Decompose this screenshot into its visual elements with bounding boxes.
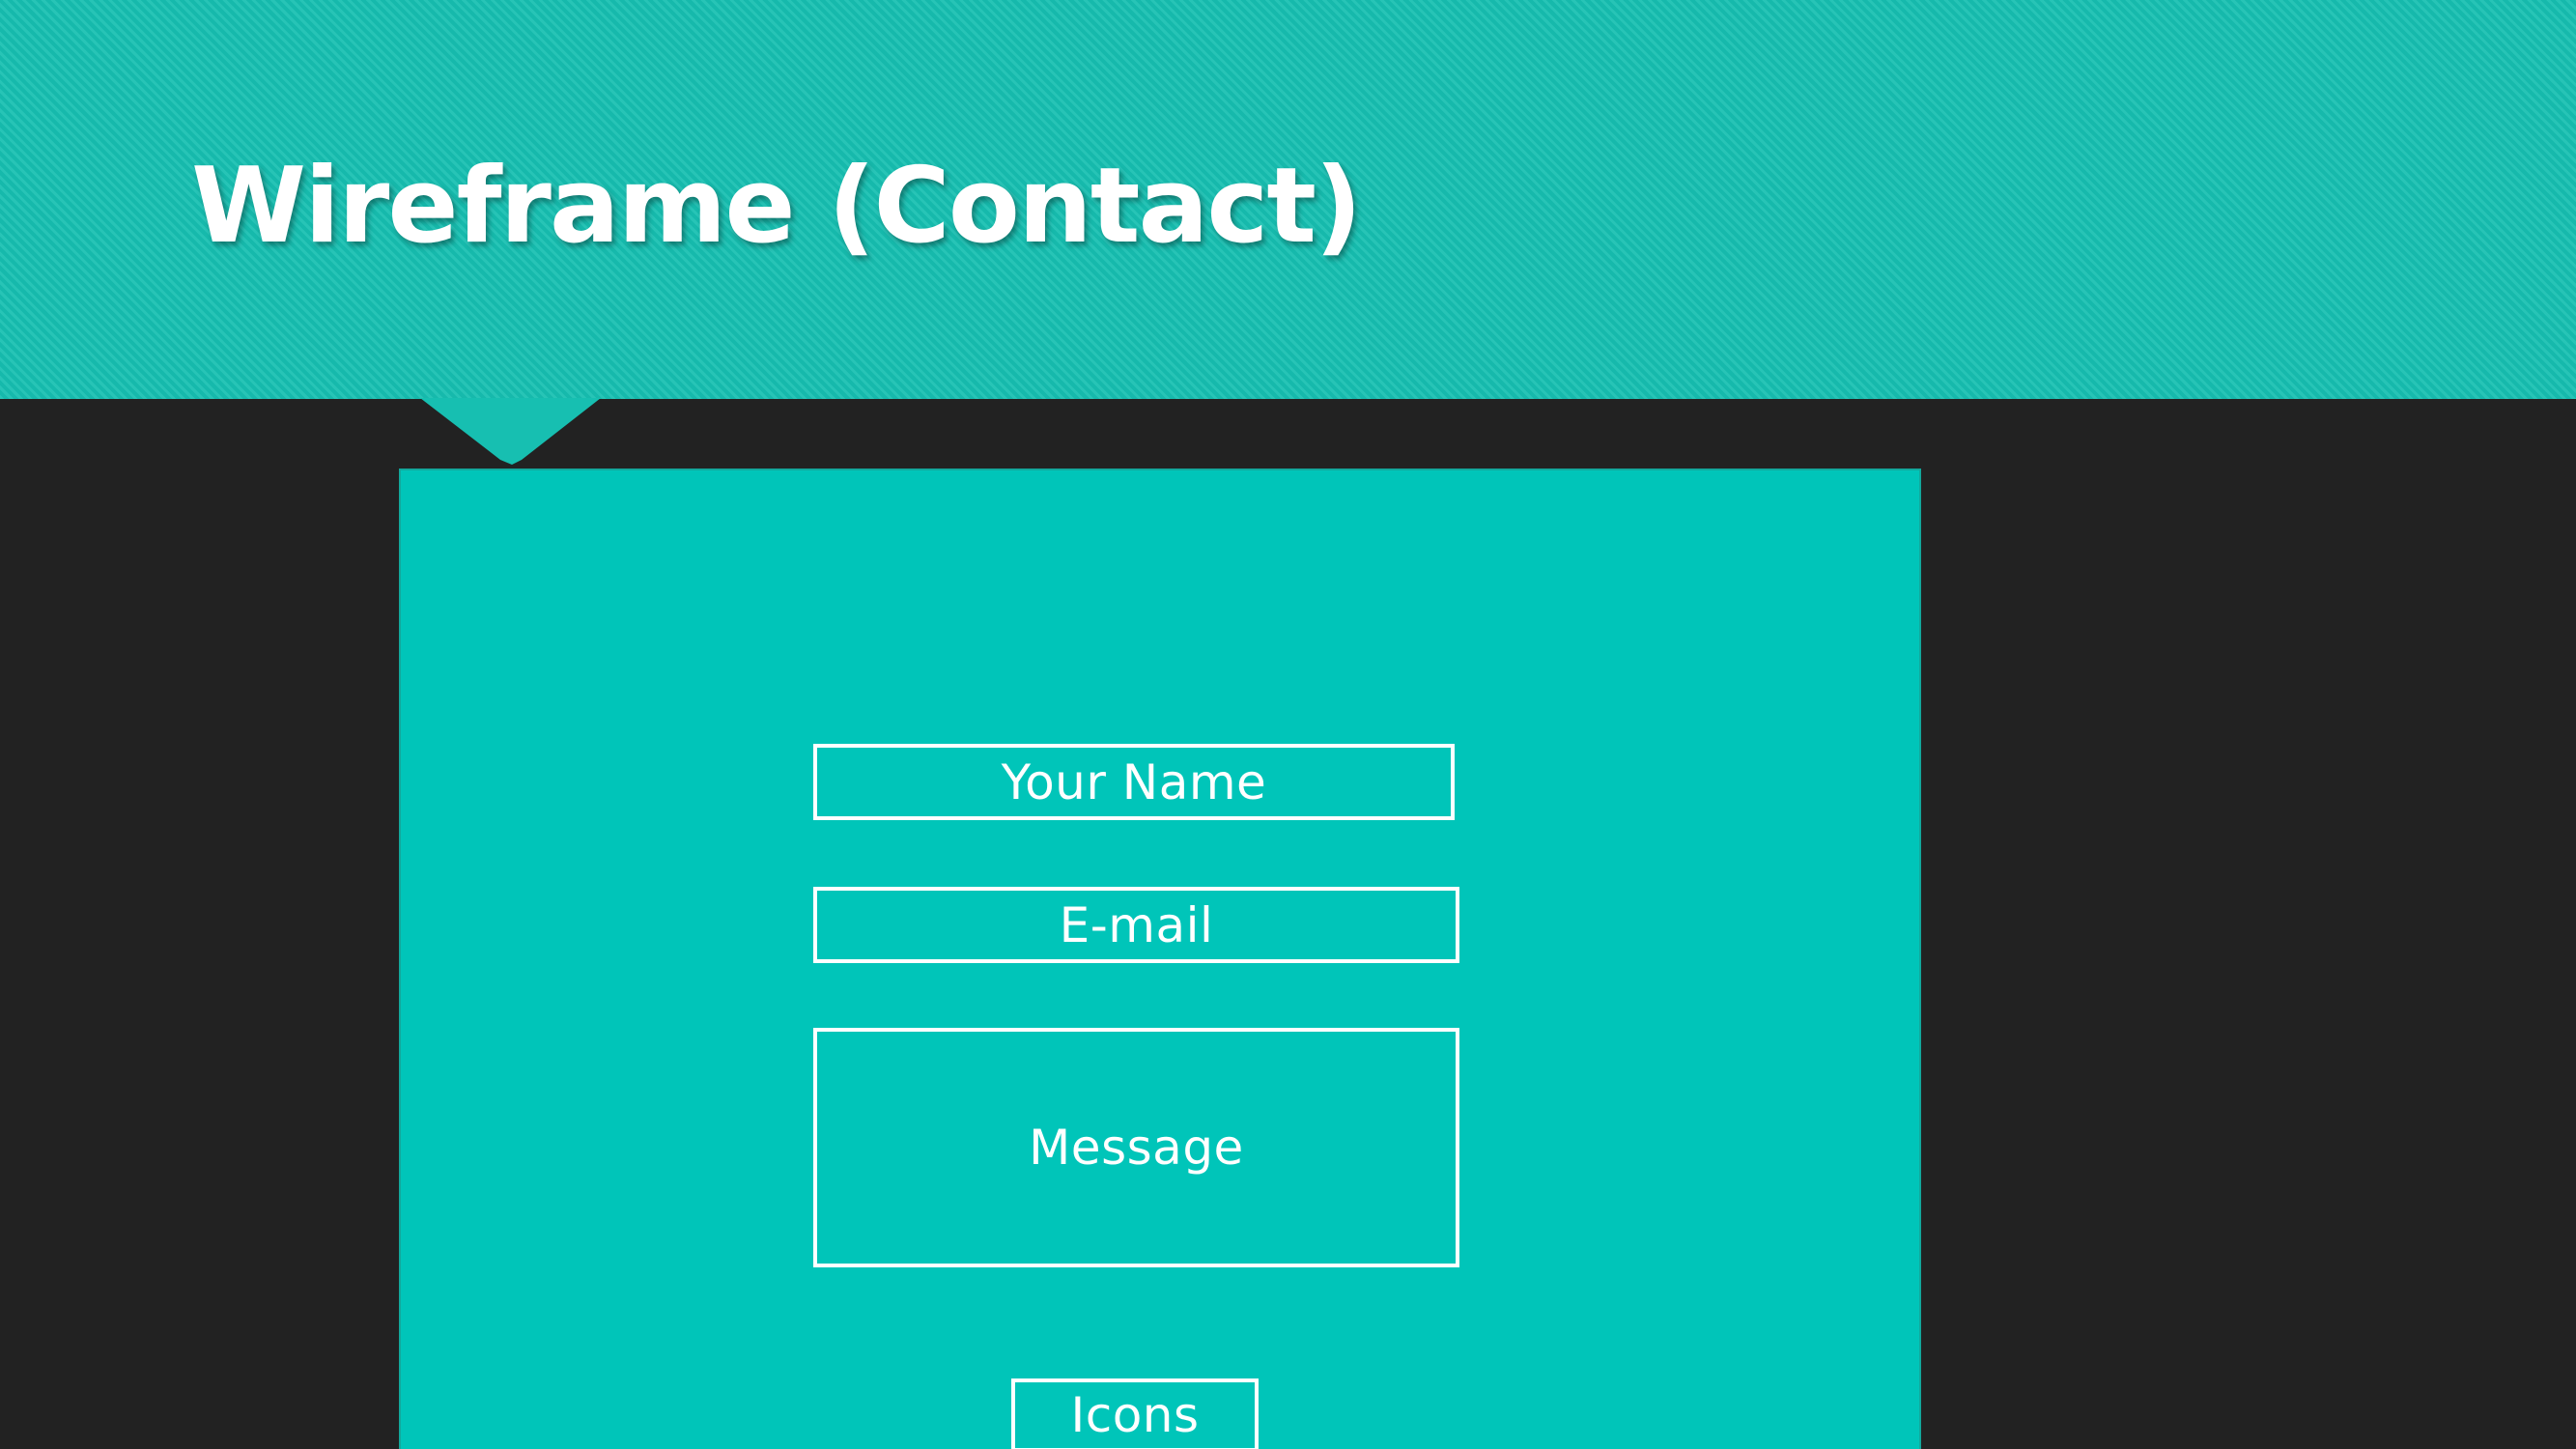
message-field[interactable]: Message xyxy=(813,1028,1459,1267)
email-field-label: E-mail xyxy=(1059,896,1214,953)
icons-box-label: Icons xyxy=(1070,1387,1200,1443)
name-field[interactable]: Your Name xyxy=(813,744,1455,820)
slide-title: Wireframe (Contact) xyxy=(191,146,1362,267)
icons-box[interactable]: Icons xyxy=(1011,1378,1259,1449)
email-field[interactable]: E-mail xyxy=(813,887,1459,963)
slide: Wireframe (Contact) Your Name E-mail Mes… xyxy=(0,0,2576,1449)
message-field-label: Message xyxy=(1029,1120,1244,1176)
name-field-label: Your Name xyxy=(1001,753,1267,810)
wireframe-canvas: Your Name E-mail Message Icons xyxy=(399,469,1921,1449)
